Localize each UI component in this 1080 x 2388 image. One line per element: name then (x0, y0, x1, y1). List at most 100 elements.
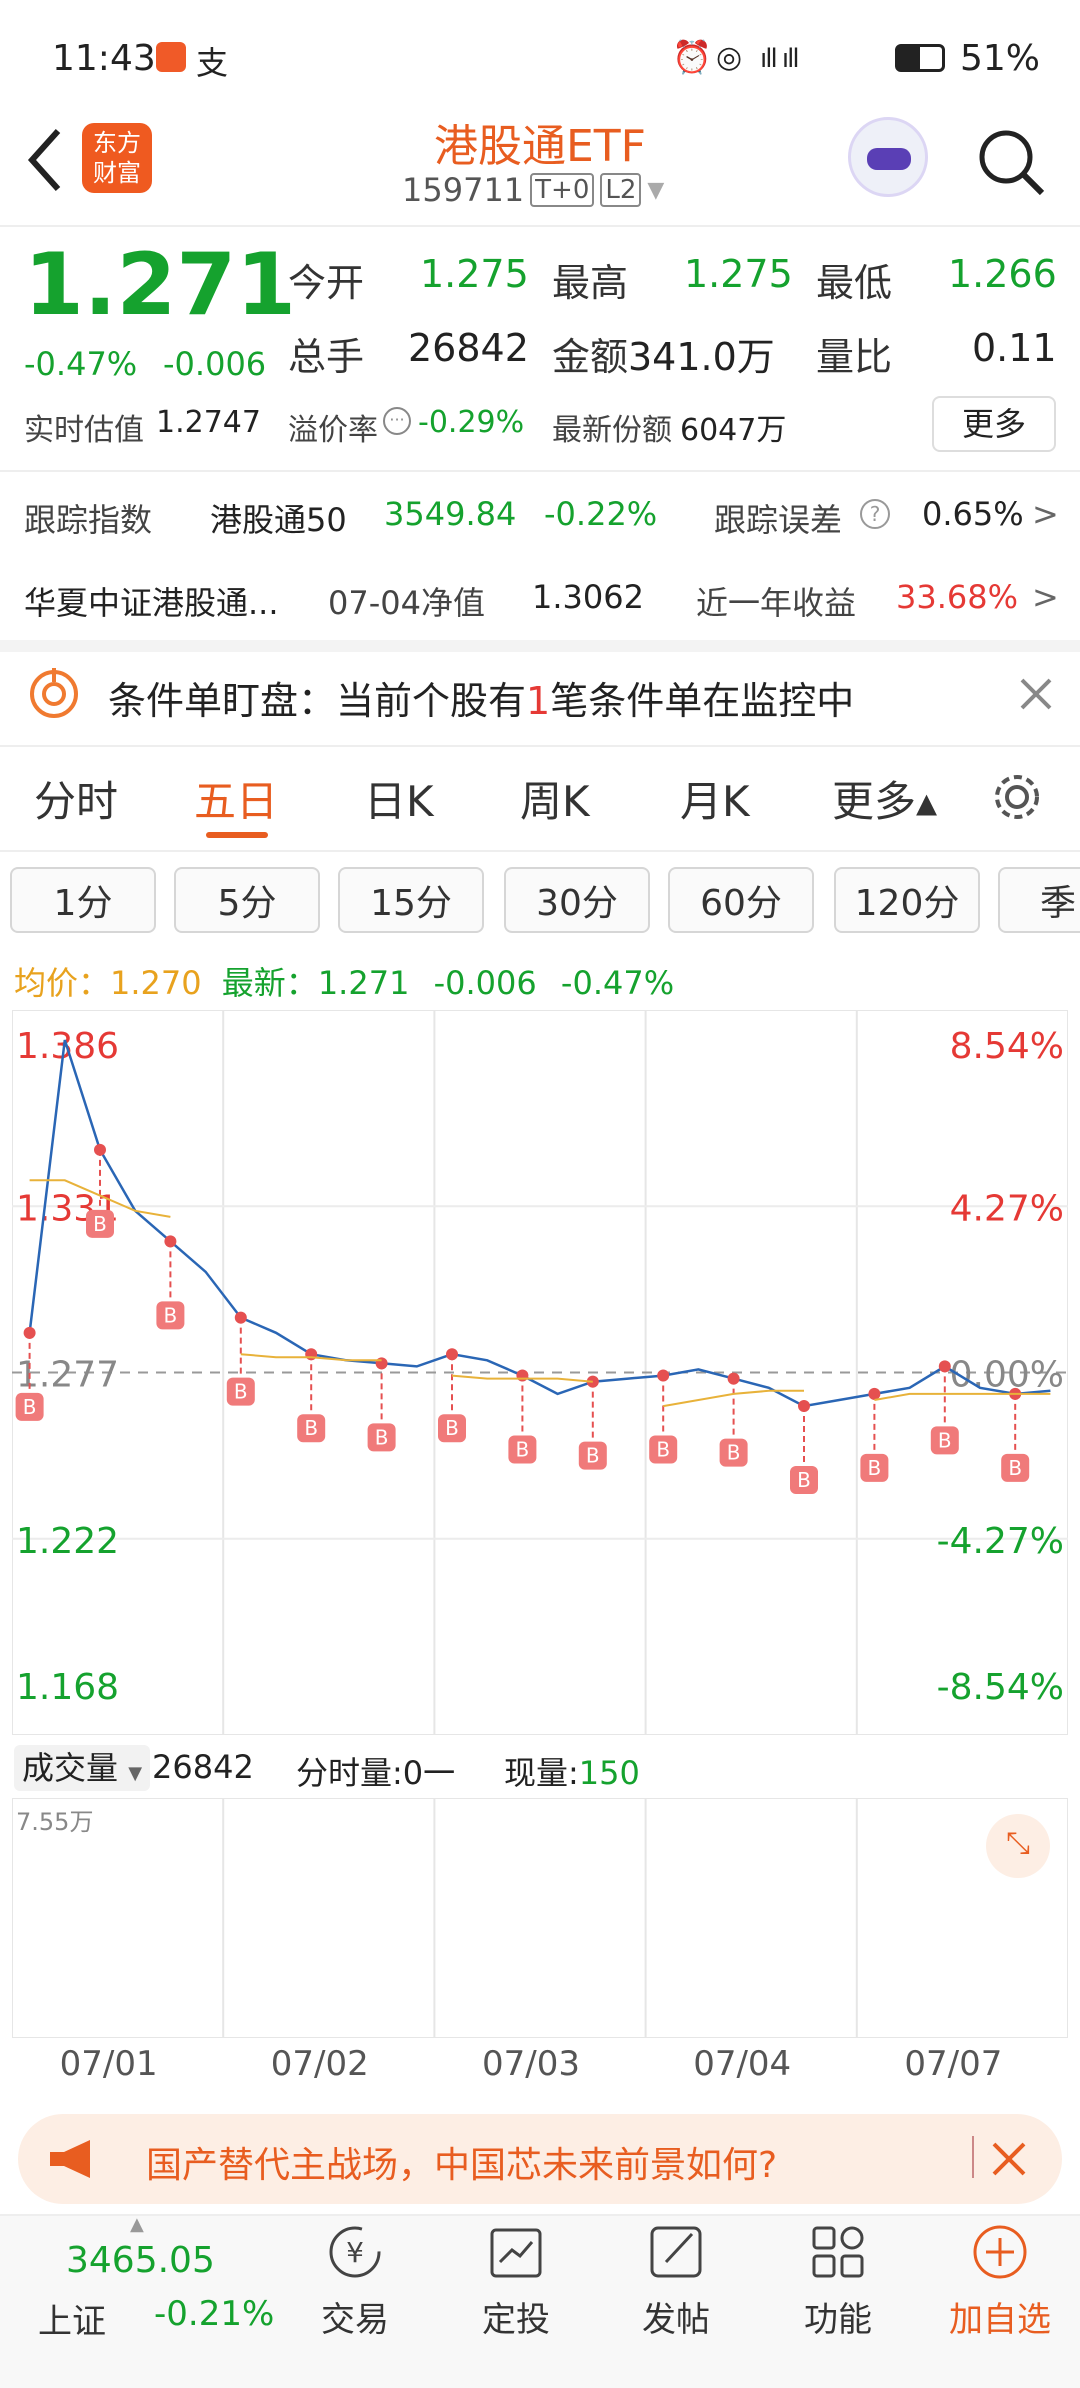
volume-selector[interactable]: 成交量 ▼ (14, 1745, 151, 1791)
change-pct: -0.47% (24, 345, 138, 383)
index-name: 上证 (38, 2302, 106, 2342)
nav-add-watchlist[interactable]: 加自选 (940, 2292, 1060, 2341)
track-index[interactable]: 港股通50 (210, 495, 347, 541)
nav-trade[interactable]: 交易 (295, 2292, 415, 2341)
open-label: 今开 (288, 261, 365, 305)
battery-icon (895, 44, 945, 72)
y-tick-label-left: 1.222 (16, 1521, 119, 1562)
period-season[interactable]: 季 (998, 867, 1080, 933)
close-icon[interactable] (1018, 676, 1054, 712)
notification-alipay-icon: 支 (196, 44, 229, 82)
nav-est-value: 1.2747 (156, 405, 261, 440)
svg-text:¥: ¥ (346, 2236, 364, 2269)
expand-icon[interactable]: ⤡ (986, 1814, 1050, 1878)
track-arrow-icon[interactable]: > (1032, 495, 1059, 533)
add-icon[interactable] (970, 2222, 1030, 2282)
ratio-label: 量比 (816, 335, 893, 379)
alert-count: 1 (526, 679, 551, 723)
track-value: 3549.84 (384, 495, 517, 533)
volume-max-label: 7.55万 (16, 1808, 94, 1836)
period-15min[interactable]: 15分 (338, 867, 484, 933)
tab-five-day[interactable]: 五日 (194, 768, 278, 829)
period-5min[interactable]: 5分 (174, 867, 320, 933)
banner-text: 国产替代主战场，中国芯未来前景如何? (146, 2145, 778, 2186)
nav-function[interactable]: 功能 (778, 2292, 898, 2341)
period-30min[interactable]: 30分 (504, 867, 650, 933)
buy-marker-label: B (445, 1416, 459, 1440)
help-icon[interactable]: ? (860, 499, 890, 529)
buy-marker-label: B (93, 1212, 107, 1236)
ratio-value: 0.11 (972, 326, 1057, 370)
buy-marker-label: B (868, 1456, 882, 1480)
trade-icon[interactable]: ¥ (325, 2222, 385, 2282)
y-tick-label-left: 1.277 (16, 1355, 119, 1396)
x-tick-label: 07/07 (904, 2044, 1003, 2084)
high-label: 最高 (552, 261, 629, 305)
period-120min[interactable]: 120分 (834, 867, 980, 933)
tab-weekly-k[interactable]: 周K (520, 768, 590, 829)
buy-marker-label: B (375, 1425, 389, 1449)
period-60min[interactable]: 60分 (668, 867, 814, 933)
stock-code: 159711 (402, 171, 525, 209)
fund-name[interactable]: 华夏中证港股通... (24, 578, 279, 624)
tab-more[interactable]: 更多▴ (832, 768, 937, 829)
tracking-error-label: 跟踪误差 (714, 501, 843, 539)
robot-assistant-icon[interactable] (848, 117, 928, 197)
y-tick-label-right: -4.27% (937, 1521, 1064, 1562)
promo-banner[interactable]: 国产替代主战场，中国芯未来前景如何? (18, 2114, 1062, 2204)
buy-marker-label: B (234, 1380, 248, 1404)
wifi-icon: ◎ (716, 40, 743, 75)
buy-marker-label: B (23, 1395, 37, 1419)
x-axis: 07/01 07/02 07/03 07/04 07/07 (0, 2044, 1080, 2084)
tab-intraday[interactable]: 分时 (34, 768, 118, 829)
invest-icon[interactable] (486, 2222, 546, 2282)
x-tick-label: 07/02 (270, 2044, 369, 2084)
y-tick-label-right: 4.27% (950, 1188, 1064, 1229)
low-label: 最低 (816, 261, 893, 305)
banner-close-icon[interactable] (990, 2140, 1028, 2178)
y-tick-label-right: 8.54% (950, 1026, 1064, 1067)
fund-arrow-icon[interactable]: > (1032, 578, 1059, 616)
premium-label: 溢价率 (288, 413, 378, 448)
volume-chart[interactable] (12, 1798, 1068, 2038)
nav-invest[interactable]: 定投 (456, 2292, 576, 2341)
buy-marker-label: B (797, 1468, 811, 1492)
price-chart[interactable]: 1.386 8.54%1.331 4.27%1.277 0.00%1.222 -4.27… (12, 1010, 1068, 1735)
open-value: 1.275 (420, 252, 529, 296)
l2-tag: L2 (600, 173, 642, 207)
premium-value: -0.29% (418, 405, 525, 440)
tab-daily-k[interactable]: 日K (364, 768, 434, 829)
notification-app-icon (156, 42, 186, 72)
post-icon[interactable] (646, 2222, 706, 2282)
price-line (28, 1039, 1051, 1408)
search-icon[interactable] (976, 127, 1048, 199)
change-value: -0.006 (163, 345, 267, 383)
buy-marker-label: B (656, 1438, 670, 1462)
condition-order-alert[interactable]: 条件单盯盘：当前个股有1笔条件单在监控中 (108, 670, 854, 725)
signal-icon: ıll ıll (760, 44, 800, 74)
volume-label: 总手 (288, 335, 365, 379)
nav-post[interactable]: 发帖 (616, 2292, 736, 2341)
settings-icon[interactable] (990, 770, 1044, 824)
more-button[interactable]: 更多 (932, 396, 1056, 452)
volume-value: 26842 (408, 326, 529, 370)
amount-value: 341.0万 (628, 335, 775, 379)
dropdown-icon[interactable]: ▼ (647, 178, 664, 203)
index-expand-icon[interactable]: ▲ (130, 2214, 144, 2235)
volume-total: 26842 (152, 1748, 254, 1786)
buy-marker-label: B (304, 1416, 318, 1440)
index-value[interactable]: 3465.05 (66, 2240, 215, 2281)
track-label: 跟踪指数 (24, 501, 153, 539)
clock: 11:43 (52, 38, 156, 79)
y-tick-label-left: 1.168 (16, 1667, 119, 1708)
buy-marker-label: B (938, 1428, 952, 1452)
index-pct: -0.21% (154, 2294, 275, 2334)
status-bar: 11:43 支 ⏰ ◎ ıll ıll 51% (0, 0, 1080, 110)
buy-marker-label: B (586, 1444, 600, 1468)
premium-info-icon[interactable]: ··· (383, 407, 411, 435)
tab-monthly-k[interactable]: 月K (680, 768, 750, 829)
shares-value: 6047万 (680, 413, 787, 448)
grid-icon[interactable] (808, 2222, 868, 2282)
period-1min[interactable]: 1分 (10, 867, 156, 933)
y-tick-label-right: -8.54% (937, 1667, 1064, 1708)
